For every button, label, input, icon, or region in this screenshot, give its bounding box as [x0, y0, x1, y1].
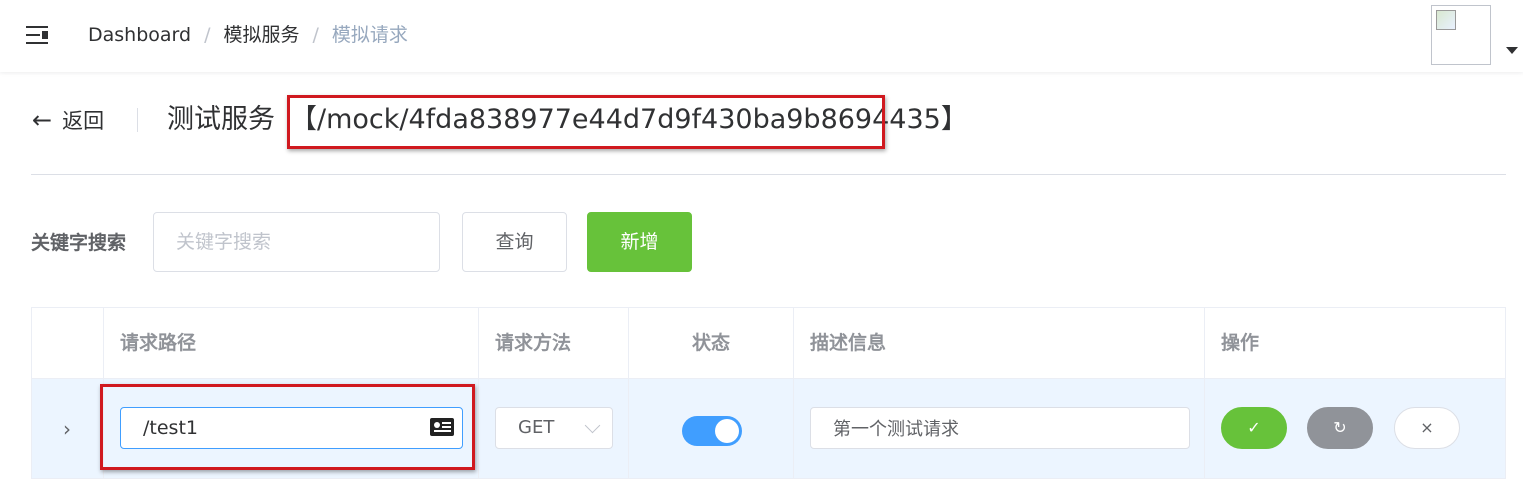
method-select[interactable]: GET [495, 407, 613, 449]
back-button[interactable]: ← 返回 [32, 104, 104, 137]
reset-button[interactable]: ↻ [1307, 407, 1373, 449]
table-header-description: 描述信息 [794, 308, 1205, 379]
confirm-button[interactable]: ✓ [1221, 407, 1287, 449]
annotation-highlight-box [287, 95, 885, 149]
table-header-method: 请求方法 [479, 308, 629, 379]
cancel-button[interactable]: × [1394, 407, 1460, 449]
table-header-actions: 操作 [1205, 308, 1505, 379]
hamburger-icon[interactable] [26, 24, 50, 46]
avatar-broken-image-icon [1436, 10, 1456, 30]
query-button[interactable]: 查询 [462, 212, 567, 272]
description-input[interactable] [810, 407, 1190, 449]
annotation-highlight-box [100, 384, 475, 470]
breadcrumb-item-dashboard[interactable]: Dashboard [88, 24, 191, 46]
section-divider [31, 174, 1506, 175]
breadcrumb: Dashboard / 模拟服务 / 模拟请求 [88, 22, 408, 48]
chevron-down-icon [584, 417, 601, 434]
table-cell-method: GET [479, 379, 629, 478]
table-cell-expand: › [32, 379, 104, 478]
status-toggle[interactable] [682, 416, 742, 446]
check-icon: ✓ [1247, 418, 1261, 437]
toggle-knob [715, 419, 739, 443]
close-icon: × [1420, 418, 1434, 437]
refresh-icon: ↻ [1333, 418, 1347, 437]
breadcrumb-separator: / [312, 24, 319, 46]
back-label: 返回 [62, 109, 105, 133]
method-select-value: GET [518, 417, 555, 438]
avatar[interactable] [1431, 5, 1491, 65]
table-header-status: 状态 [629, 308, 794, 379]
page-title: 测试服务 [167, 104, 275, 135]
breadcrumb-separator: / [204, 24, 211, 46]
back-arrow-icon: ← [32, 106, 53, 134]
expand-icon[interactable]: › [63, 419, 71, 439]
caret-down-icon[interactable] [1506, 47, 1518, 54]
top-navbar: Dashboard / 模拟服务 / 模拟请求 [0, 0, 1523, 72]
table-cell-status [629, 379, 794, 478]
search-input[interactable] [153, 212, 440, 272]
breadcrumb-item-mock-service[interactable]: 模拟服务 [224, 24, 300, 46]
table-cell-description [794, 379, 1205, 478]
table-header-path: 请求路径 [104, 308, 479, 379]
breadcrumb-item-mock-request: 模拟请求 [331, 24, 408, 46]
table-cell-actions: ✓ ↻ × [1205, 379, 1505, 478]
add-button[interactable]: 新增 [587, 212, 692, 272]
search-label: 关键字搜索 [31, 232, 127, 254]
header-divider [137, 108, 138, 132]
table-header-expand [32, 308, 104, 379]
